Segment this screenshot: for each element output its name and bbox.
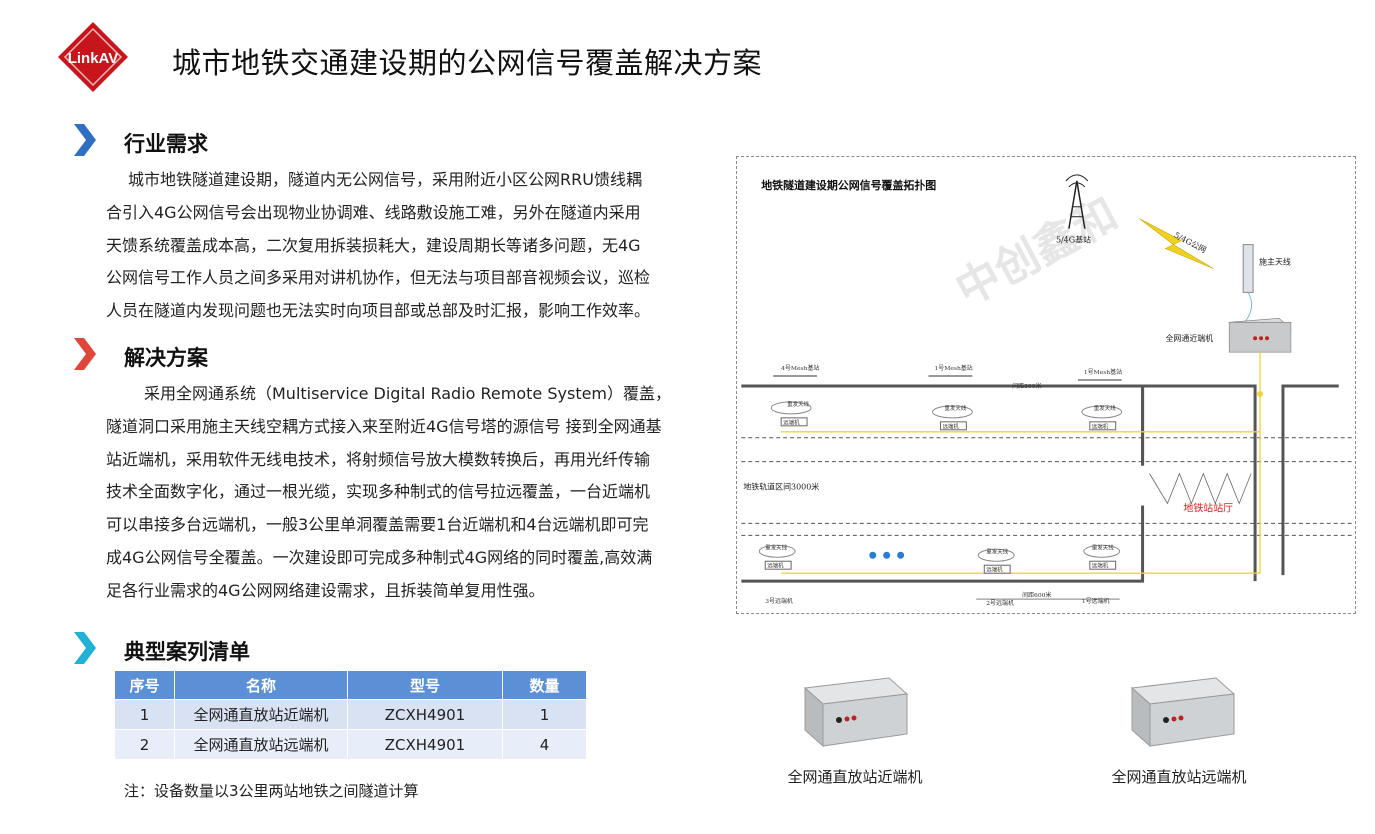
spacing-bottom-label: 间距600米 bbox=[1022, 591, 1051, 599]
text-line: 可以串接多台远端机，一般3公里单洞覆盖需要1台近端机和4台远端机即可完 bbox=[106, 515, 649, 535]
table-cell: 4 bbox=[502, 729, 587, 760]
svg-text:重发天线: 重发天线 bbox=[1094, 404, 1116, 412]
diagram-title: 地铁隧道建设期公网信号覆盖拓扑图 bbox=[761, 178, 936, 192]
table-cell: ZCXH4901 bbox=[347, 729, 503, 760]
svg-text:重发天线: 重发天线 bbox=[1092, 543, 1114, 551]
station-hall-label: 地铁站站厅 bbox=[1183, 501, 1233, 514]
svg-text:重发天线: 重发天线 bbox=[787, 400, 809, 408]
station-platform bbox=[1149, 472, 1252, 505]
bottom-label: 1号远端机 bbox=[1082, 597, 1110, 605]
topology-diagram: 地铁隧道建设期公网信号覆盖拓扑图 中创鑫和 5/4G基站 5/4G公网 施主天线… bbox=[736, 156, 1356, 614]
case-table: 序号 名称 型号 数量 1 全网通直放站近端机 ZCXH4901 1 2 全网通… bbox=[114, 670, 587, 760]
text-line: 站近端机，采用软件无线电技术，将射频信号放大模数转换后，再用光纤传输 bbox=[106, 449, 651, 469]
watermark: 中创鑫和 bbox=[948, 189, 1127, 316]
section-title-industry: 行业需求 bbox=[124, 132, 208, 156]
blue-chevron-icon bbox=[74, 124, 96, 156]
table-cell: 1 bbox=[502, 699, 587, 730]
table-note: 注：设备数量以3公里两站地铁之间隧道计算 bbox=[124, 782, 419, 800]
remote-unit-group: 重发天线 远端机 bbox=[932, 404, 973, 430]
donor-antenna-icon bbox=[1242, 244, 1254, 293]
mesh-label: 1号Mesh基站 bbox=[1084, 368, 1122, 376]
near-unit-icon bbox=[1228, 317, 1292, 353]
mesh-label: 1号Mesh基站 bbox=[934, 364, 972, 372]
donor-antenna-label: 施主天线 bbox=[1259, 257, 1291, 267]
spacing-top-label: 间距300米 bbox=[1012, 382, 1041, 390]
svg-text:重发天线: 重发天线 bbox=[765, 543, 787, 551]
table-cell: 全网通直放站近端机 bbox=[174, 699, 348, 730]
section-title-cases: 典型案列清单 bbox=[124, 640, 250, 664]
text-line: 合引入4G公网信号会出现物业协调难、线路敷设施工难，另外在隧道内采用 bbox=[106, 202, 641, 222]
svg-text:远端机: 远端机 bbox=[767, 562, 784, 570]
text-line: 采用全网通系统（Multiservice Digital Radio Remot… bbox=[144, 384, 672, 403]
linkav-logo: LinkAV bbox=[58, 22, 128, 92]
column-header: 名称 bbox=[174, 670, 348, 700]
ellipsis-dot bbox=[883, 551, 891, 559]
ellipsis-dot bbox=[897, 551, 905, 559]
cyan-chevron-icon bbox=[74, 632, 96, 664]
industry-paragraph: 城市地铁隧道建设期，隧道内无公网信号，采用附近小区公网RRU馈线耦 合引入4G公… bbox=[106, 164, 650, 328]
solution-paragraph: 采用全网通系统（Multiservice Digital Radio Remot… bbox=[106, 378, 671, 608]
track-section-label: 地铁轨道区间3000米 bbox=[743, 482, 819, 492]
table-cell: 1 bbox=[114, 699, 175, 730]
remote-unit-group: 重发天线 远端机 bbox=[758, 543, 796, 570]
svg-text:远端机: 远端机 bbox=[783, 418, 800, 426]
text-line: 天馈系统覆盖成本高，二次复用拆装损耗大，建设周期长等诸多问题，无4G bbox=[106, 235, 641, 255]
remote-unit-group: 重发天线 远端机 bbox=[1081, 404, 1123, 430]
svg-text:重发天线: 重发天线 bbox=[986, 547, 1008, 555]
near-unit-caption: 全网通直放站近端机 bbox=[787, 768, 923, 786]
section-title-solution: 解决方案 bbox=[124, 346, 208, 370]
text-line: 城市地铁隧道建设期，隧道内无公网信号，采用附近小区公网RRU馈线耦 bbox=[128, 170, 642, 189]
red-chevron-icon bbox=[74, 338, 96, 370]
remote-unit-caption: 全网通直放站远端机 bbox=[1111, 768, 1247, 786]
column-header: 数量 bbox=[502, 670, 587, 700]
remote-unit-device-image bbox=[1130, 677, 1236, 748]
text-line: 技术全面数字化，通过一根光缆，实现多种制式的信号拉远覆盖，一台近端机 bbox=[106, 482, 651, 502]
near-unit-device-image bbox=[803, 677, 909, 748]
table-cell: 2 bbox=[114, 729, 175, 760]
text-line: 隧道洞口采用施主天线空耦方式接入来至附近4G信号塔的源信号 接到全网通基 bbox=[106, 416, 662, 436]
base-station-label: 5/4G基站 bbox=[1056, 235, 1091, 245]
column-header: 型号 bbox=[347, 670, 503, 700]
text-line: 足各行业需求的4G公网网络建设需求，且拆装简单复用性强。 bbox=[106, 580, 545, 600]
column-header: 序号 bbox=[114, 670, 175, 700]
table-row: 2 全网通直放站远端机 ZCXH4901 4 bbox=[114, 729, 587, 760]
remote-unit-group: 重发天线 远端机 bbox=[770, 400, 812, 426]
text-line: 人员在隧道内发现问题也无法实时向项目部或总部及时汇报，影响工作效率。 bbox=[106, 301, 651, 321]
near-unit-label: 全网通近端机 bbox=[1165, 333, 1213, 343]
bottom-label: 3号远端机 bbox=[765, 597, 793, 605]
svg-text:远端机: 远端机 bbox=[1092, 422, 1109, 430]
mesh-label: 4号Mesh基站 bbox=[781, 364, 819, 372]
ellipsis-dot bbox=[869, 551, 877, 559]
page-title: 城市地铁交通建设期的公网信号覆盖解决方案 bbox=[172, 46, 763, 80]
table-cell: ZCXH4901 bbox=[347, 699, 503, 730]
svg-text:重发天线: 重发天线 bbox=[944, 404, 966, 412]
text-line: 公网信号工作人员之间多采用对讲机协作，但无法与项目部音视频会议，巡检 bbox=[106, 268, 651, 288]
svg-text:远端机: 远端机 bbox=[986, 566, 1003, 574]
table-row: 1 全网通直放站近端机 ZCXH4901 1 bbox=[114, 699, 587, 730]
svg-text:远端机: 远端机 bbox=[942, 422, 959, 430]
logo-text: LinkAV bbox=[68, 50, 119, 67]
remote-unit-group: 重发天线 远端机 bbox=[977, 547, 1015, 574]
bottom-label: 2号远端机 bbox=[986, 599, 1014, 607]
svg-text:远端机: 远端机 bbox=[1092, 562, 1109, 570]
remote-unit-group: 重发天线 远端机 bbox=[1083, 543, 1121, 570]
table-header-row: 序号 名称 型号 数量 bbox=[114, 670, 587, 700]
table-cell: 全网通直放站远端机 bbox=[174, 729, 348, 760]
text-line: 成4G公网信号全覆盖。一次建设即可完成多种制式4G网络的同时覆盖,高效满 bbox=[106, 547, 653, 567]
